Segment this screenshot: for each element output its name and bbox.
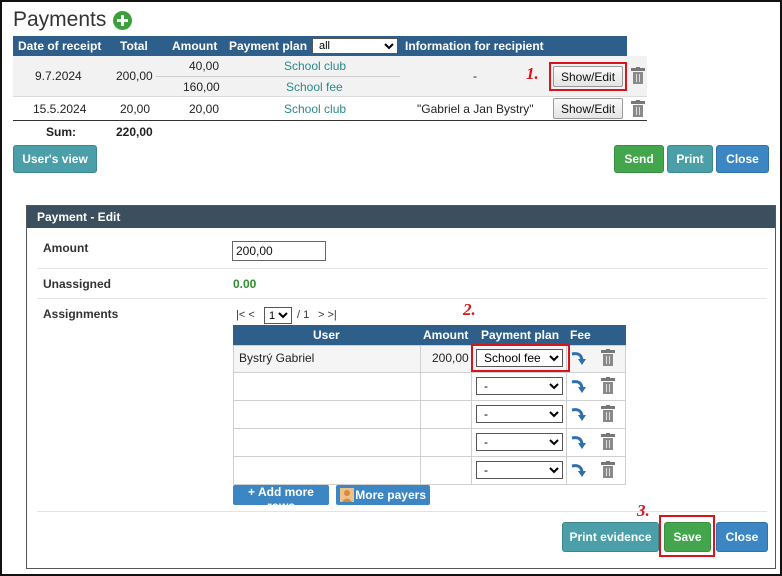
row-divider	[13, 96, 647, 97]
fee-arrow-icon[interactable]	[570, 405, 588, 423]
plan-select[interactable]: -	[476, 433, 563, 451]
step-1-label: 1.	[526, 64, 539, 83]
col-user: User	[313, 328, 340, 342]
col-info: Information for recipient	[405, 39, 544, 53]
step-1-highlight	[549, 62, 627, 91]
payment-total: 20,00	[120, 102, 151, 116]
person-icon	[340, 488, 354, 502]
page-title: Payments	[13, 8, 107, 31]
assignment-grid-header: User Amount Payment plan Fee	[233, 325, 626, 345]
assignments-label: Assignments	[43, 307, 119, 321]
assign-amount: 200,00	[432, 351, 469, 365]
step-2-highlight	[471, 344, 570, 372]
amount-cell	[420, 372, 472, 401]
amount-cell	[420, 428, 472, 457]
payment-date: 15.5.2024	[33, 102, 87, 116]
add-more-rows-button[interactable]: + Add more rows	[233, 485, 329, 513]
recipient-info: "Gabriel a Jan Bystry"	[417, 102, 534, 116]
pager-total: / 1	[297, 309, 310, 321]
panel-title: Payment - Edit	[37, 210, 121, 224]
payments-table-header: Date of receipt Total Amount Payment pla…	[13, 36, 627, 56]
amount-label: Amount	[43, 241, 89, 255]
unassigned-label: Unassigned	[43, 277, 112, 291]
trash-icon[interactable]	[601, 405, 615, 422]
step-3-label: 3.	[637, 501, 650, 520]
trash-icon[interactable]	[631, 100, 645, 117]
payment-edit-header: Payment - Edit	[27, 206, 775, 228]
payment-date: 9.7.2024	[35, 69, 82, 83]
panel-close-button[interactable]: Close	[716, 522, 768, 552]
print-evidence-button[interactable]: Print evidence	[562, 522, 659, 552]
more-payers-button[interactable]: More payers	[336, 485, 430, 505]
part-plan-link[interactable]: School club	[284, 102, 346, 116]
step-3-highlight	[659, 515, 715, 557]
recipient-info: -	[473, 69, 477, 83]
page-select[interactable]: 1	[264, 307, 292, 324]
fee-arrow-icon[interactable]	[570, 461, 588, 479]
more-payers-label: More payers	[355, 488, 426, 502]
fee-arrow-icon[interactable]	[570, 433, 588, 451]
pager-first-prev[interactable]: |< <	[236, 309, 255, 321]
trash-icon[interactable]	[601, 433, 615, 450]
part-amount: 20,00	[189, 102, 220, 116]
fee-arrow-icon[interactable]	[570, 377, 588, 395]
show-edit-button[interactable]: Show/Edit	[553, 98, 623, 119]
col-total: Total	[120, 39, 148, 53]
print-button[interactable]: Print	[667, 145, 713, 173]
col-date: Date of receipt	[18, 39, 102, 53]
plan-select[interactable]: -	[476, 405, 563, 423]
trash-icon[interactable]	[631, 67, 645, 84]
part-amount: 160,00	[183, 80, 220, 94]
amount-input[interactable]	[232, 241, 326, 261]
part-amount: 40,00	[189, 59, 220, 73]
col-payment-plan: Payment plan	[229, 39, 308, 53]
col-payment-plan: Payment plan	[481, 328, 560, 342]
amount-cell	[420, 456, 472, 485]
pager-next-last[interactable]: > >|	[318, 309, 337, 321]
plan-select[interactable]: -	[476, 461, 563, 479]
part-plan-link[interactable]: School club	[284, 59, 346, 73]
divider	[37, 298, 767, 299]
divider	[37, 511, 767, 512]
plan-select[interactable]: -	[476, 377, 563, 395]
sum-label: Sum:	[46, 125, 76, 139]
fee-arrow-icon[interactable]	[570, 349, 588, 367]
trash-icon[interactable]	[601, 377, 615, 394]
col-fee: Fee	[570, 328, 591, 342]
col-amount: Amount	[423, 328, 469, 342]
part-plan-link[interactable]: School fee	[286, 80, 343, 94]
user-name: Bystrý Gabriel	[239, 351, 315, 365]
user-cell	[233, 372, 421, 401]
trash-icon[interactable]	[601, 349, 615, 366]
divider	[37, 268, 767, 269]
user-cell	[233, 428, 421, 457]
trash-icon[interactable]	[601, 461, 615, 478]
close-button[interactable]: Close	[716, 145, 769, 173]
user-cell	[233, 400, 421, 429]
col-amount: Amount	[172, 39, 218, 53]
users-view-button[interactable]: User's view	[13, 145, 97, 173]
table-bottom-line	[13, 120, 647, 121]
sum-value: 220,00	[116, 125, 153, 139]
add-payment-icon[interactable]	[113, 11, 132, 30]
divider	[156, 76, 400, 77]
user-cell	[233, 456, 421, 485]
step-2-label: 2.	[463, 300, 476, 319]
amount-cell	[420, 400, 472, 429]
unassigned-value: 0.00	[233, 277, 257, 291]
payment-total: 200,00	[116, 69, 153, 83]
send-button[interactable]: Send	[614, 145, 664, 173]
plan-filter-select[interactable]: all	[312, 38, 398, 54]
